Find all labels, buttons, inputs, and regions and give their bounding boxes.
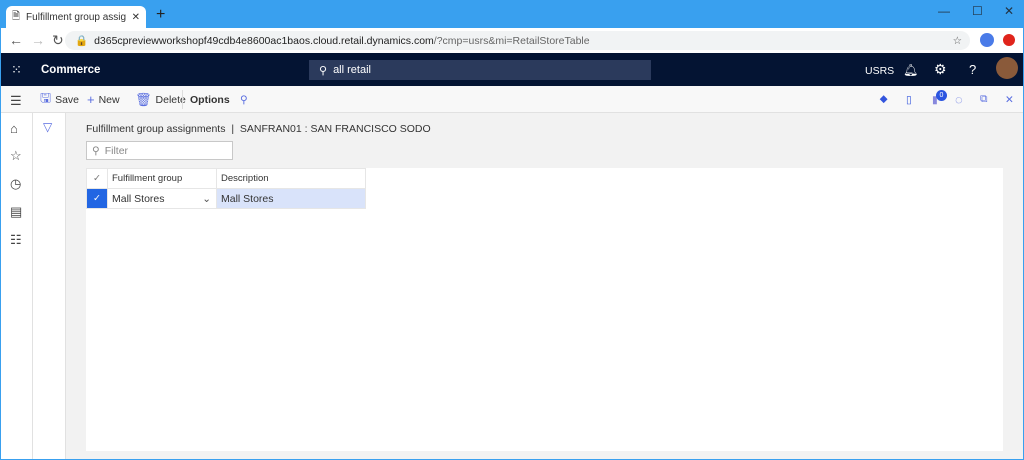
hamburger-icon[interactable]: ☰: [10, 93, 22, 109]
save-label: Save: [55, 93, 80, 106]
new-label: New: [98, 93, 120, 106]
filter-pane: ▽: [33, 113, 66, 459]
options-button[interactable]: Options: [190, 86, 230, 113]
trash-icon: 🗑: [135, 91, 152, 107]
filter-placeholder: Filter: [104, 144, 129, 157]
avatar[interactable]: [996, 57, 1018, 79]
new-tab-button[interactable]: +: [156, 6, 165, 24]
fulfillment-group-value: Mall Stores: [112, 192, 165, 205]
filter-icon[interactable]: ▽: [43, 120, 52, 134]
save-icon: 🖫: [40, 89, 52, 105]
minimize-button[interactable]: —: [938, 4, 950, 18]
company-picker[interactable]: USRS: [865, 65, 894, 77]
grid-card: [86, 168, 1003, 451]
help-icon[interactable]: ?: [969, 62, 976, 77]
navigation-pane: ⌂ ☆ ◷ ▤ ☷: [1, 113, 33, 459]
bookmark-star-icon[interactable]: ☆: [953, 35, 962, 47]
chevron-down-icon[interactable]: ⌄: [202, 193, 211, 205]
attachments-badge: 0: [936, 90, 947, 101]
column-header-description[interactable]: Description: [216, 168, 366, 189]
column-header-fulfillment-group[interactable]: Fulfillment group: [107, 168, 217, 189]
extension-icon-red[interactable]: [1003, 34, 1015, 46]
url-host: d365cpreviewworkshopf49cdb4e8600ac1baos.…: [94, 34, 434, 47]
recent-icon[interactable]: ◷: [10, 176, 21, 192]
filter-input[interactable]: ⚲ Filter: [86, 141, 233, 160]
fulfillment-grid: ✓ Fulfillment group Description ✓ Mall S…: [86, 168, 366, 209]
address-bar[interactable]: 🔒 d365cpreviewworkshopf49cdb4e8600ac1bao…: [65, 31, 970, 50]
plus-icon: +: [87, 92, 95, 107]
action-search-icon[interactable]: ⚲: [240, 86, 248, 113]
search-icon: ⚲: [319, 64, 328, 77]
url-query: /?cmp=usrs&mi=RetailStoreTable: [433, 34, 590, 47]
search-icon: ⚲: [92, 144, 100, 157]
browser-tab[interactable]: 🗎 Fulfillment group assignments -- ✕: [6, 6, 146, 28]
home-icon[interactable]: ⌂: [10, 121, 18, 136]
extension-icon[interactable]: [980, 33, 994, 47]
delete-button[interactable]: 🗑 Delete: [135, 86, 186, 113]
breadcrumb: Fulfillment group assignments | SANFRAN0…: [86, 123, 431, 135]
table-row[interactable]: ✓ Mall Stores ⌄ Mall Stores: [86, 188, 366, 209]
back-icon[interactable]: ←: [9, 32, 23, 48]
lock-icon: 🔒: [75, 35, 89, 47]
gear-icon[interactable]: ⚙: [934, 61, 947, 78]
save-button[interactable]: 🖫 Save: [40, 86, 79, 113]
browser-title-bar: [0, 0, 1024, 28]
open-new-window-icon[interactable]: ⧉: [980, 86, 988, 113]
app-name: Commerce: [41, 64, 101, 76]
search-value: all retail: [333, 64, 371, 76]
modules-icon[interactable]: ☷: [10, 232, 22, 248]
row-checkbox[interactable]: ✓: [86, 188, 108, 209]
close-window-button[interactable]: ✕: [1004, 4, 1014, 18]
grid-header: ✓ Fulfillment group Description: [86, 168, 366, 189]
maximize-button[interactable]: ☐: [972, 4, 983, 18]
reload-icon[interactable]: ↻: [52, 32, 64, 49]
office-icon[interactable]: ▯: [906, 86, 912, 113]
select-all-checkbox[interactable]: ✓: [86, 168, 108, 189]
favorites-icon[interactable]: ☆: [10, 148, 22, 164]
close-tab-icon[interactable]: ✕: [132, 12, 140, 23]
close-page-icon[interactable]: ✕: [1005, 86, 1014, 113]
refresh-icon[interactable]: ◌: [955, 86, 963, 113]
divider: [182, 90, 183, 109]
page-icon: 🗎: [12, 10, 21, 22]
workspaces-icon[interactable]: ▤: [10, 204, 22, 220]
tab-title: Fulfillment group assignments --: [26, 11, 126, 23]
app-launcher-icon[interactable]: ⁙: [11, 62, 22, 78]
fulfillment-group-select[interactable]: Mall Stores ⌄: [107, 188, 217, 209]
forward-icon[interactable]: →: [31, 32, 45, 48]
power-apps-icon[interactable]: ⬥: [880, 86, 887, 113]
new-button[interactable]: + New: [87, 86, 120, 113]
search-input[interactable]: ⚲ all retail: [309, 60, 651, 80]
description-cell[interactable]: Mall Stores: [216, 188, 366, 209]
bell-icon[interactable]: 🔔︎: [903, 63, 918, 77]
